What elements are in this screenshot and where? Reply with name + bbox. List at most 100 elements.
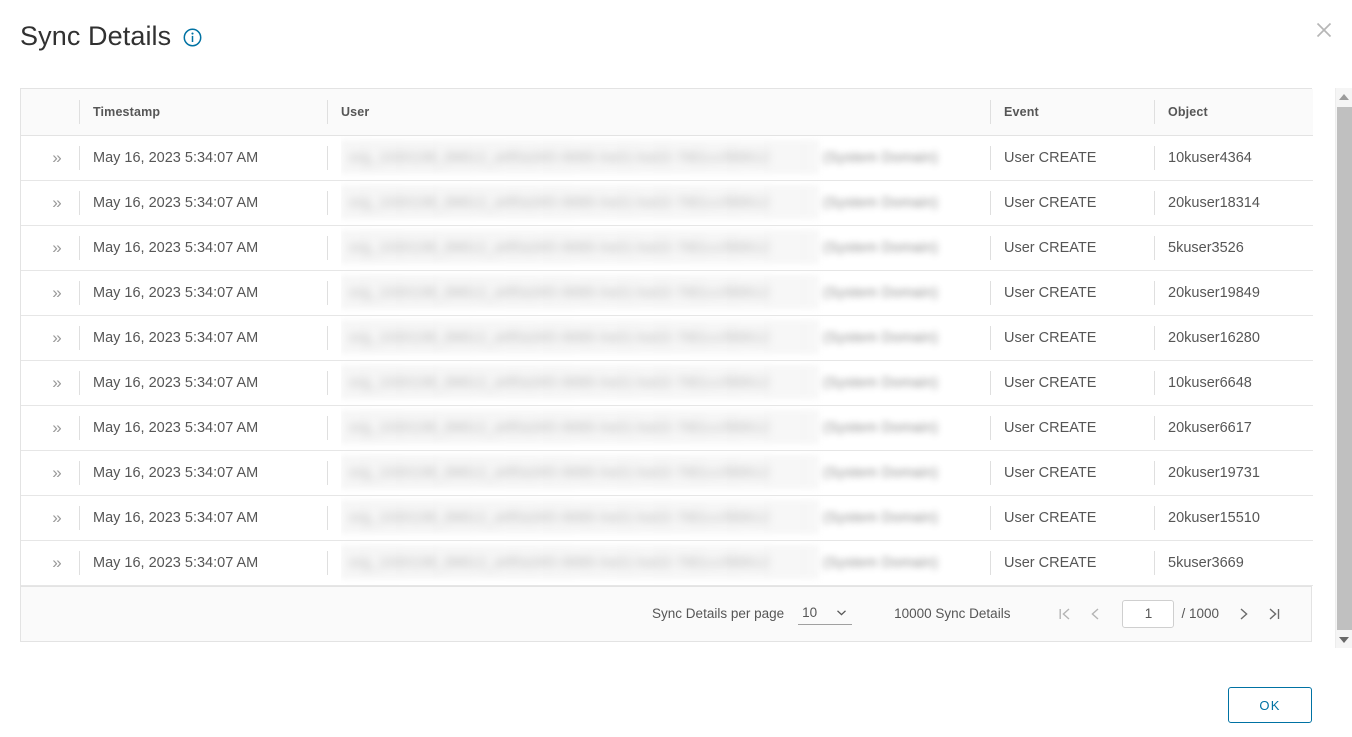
close-icon[interactable] — [1310, 16, 1338, 44]
column-header-user[interactable]: User — [327, 89, 990, 136]
expand-row-button[interactable]: » — [21, 135, 79, 181]
scrollbar-thumb[interactable] — [1337, 107, 1352, 630]
cell-timestamp: May 16, 2023 5:34:07 AM — [79, 135, 327, 181]
cell-event: User CREATE — [990, 360, 1154, 406]
column-header-object[interactable]: Object — [1154, 89, 1313, 136]
chevron-down-icon — [835, 606, 848, 619]
double-chevron-right-icon: » — [52, 552, 62, 572]
table-row[interactable]: » May 16, 2023 5:34:07 AM org_1000198_8881… — [21, 180, 1313, 226]
last-page-icon[interactable] — [1259, 599, 1289, 629]
expand-row-button[interactable]: » — [21, 270, 79, 316]
per-page-value: 10 — [802, 604, 818, 620]
double-chevron-right-icon: » — [52, 237, 62, 257]
cell-object: 20kuser18314 — [1154, 180, 1313, 226]
redacted-user-value: org_1000198_88812_a9f0a365-9889-4a01-ba0… — [341, 136, 990, 180]
scroll-down-arrow-icon[interactable] — [1336, 631, 1352, 648]
column-header-expand — [21, 89, 79, 136]
cell-timestamp: May 16, 2023 5:34:07 AM — [79, 180, 327, 226]
page-total-label: / 1000 — [1181, 606, 1219, 621]
redacted-user-value: org_1000198_88812_a9f0a365-9889-4a01-ba0… — [341, 541, 990, 585]
cell-timestamp: May 16, 2023 5:34:07 AM — [79, 360, 327, 406]
cell-event: User CREATE — [990, 315, 1154, 361]
double-chevron-right-icon: » — [52, 147, 62, 167]
expand-row-button[interactable]: » — [21, 540, 79, 586]
cell-event: User CREATE — [990, 180, 1154, 226]
table-row[interactable]: » May 16, 2023 5:34:07 AM org_1000198_8881… — [21, 225, 1313, 271]
double-chevron-right-icon: » — [52, 282, 62, 302]
redacted-user-value: org_1000198_88812_a9f0a365-9889-4a01-ba0… — [341, 406, 990, 450]
column-header-event[interactable]: Event — [990, 89, 1154, 136]
per-page-select[interactable]: 10 — [798, 603, 853, 625]
table-row[interactable]: » May 16, 2023 5:34:07 AM org_1000198_8881… — [21, 495, 1313, 541]
page-title: Sync Details — [20, 20, 172, 51]
table-header-row: Timestamp User Event Object — [21, 89, 1313, 136]
ok-button[interactable]: OK — [1228, 687, 1312, 723]
expand-row-button[interactable]: » — [21, 495, 79, 541]
table-row[interactable]: » May 16, 2023 5:34:07 AM org_1000198_8881… — [21, 360, 1313, 406]
table-row[interactable]: » May 16, 2023 5:34:07 AM org_1000198_8881… — [21, 315, 1313, 361]
cell-object: 20kuser6617 — [1154, 405, 1313, 451]
dialog-header: Sync Details — [0, 0, 1352, 72]
cell-timestamp: May 16, 2023 5:34:07 AM — [79, 270, 327, 316]
table-row[interactable]: » May 16, 2023 5:34:07 AM org_1000198_8881… — [21, 450, 1313, 496]
cell-object: 10kuser4364 — [1154, 135, 1313, 181]
cell-user: org_1000198_88812_a9f0a365-9889-4a01-ba0… — [327, 360, 990, 406]
dialog-footer: OK — [20, 687, 1312, 723]
redacted-user-value: org_1000198_88812_a9f0a365-9889-4a01-ba0… — [341, 361, 990, 405]
double-chevron-right-icon: » — [52, 327, 62, 347]
cell-object: 5kuser3669 — [1154, 540, 1313, 586]
expand-row-button[interactable]: » — [21, 450, 79, 496]
cell-user: org_1000198_88812_a9f0a365-9889-4a01-ba0… — [327, 135, 990, 181]
cell-timestamp: May 16, 2023 5:34:07 AM — [79, 225, 327, 271]
cell-event: User CREATE — [990, 495, 1154, 541]
first-page-icon[interactable] — [1050, 599, 1080, 629]
cell-event: User CREATE — [990, 135, 1154, 181]
cell-event: User CREATE — [990, 405, 1154, 451]
table-row[interactable]: » May 16, 2023 5:34:07 AM org_1000198_8881… — [21, 270, 1313, 316]
pagination-bar: Sync Details per page 10 10000 Sync Deta… — [21, 585, 1311, 641]
double-chevron-right-icon: » — [52, 507, 62, 527]
sync-details-dialog: Sync Details Timestamp User Event Object… — [0, 0, 1352, 737]
cell-event: User CREATE — [990, 450, 1154, 496]
cell-user: org_1000198_88812_a9f0a365-9889-4a01-ba0… — [327, 180, 990, 226]
cell-object: 10kuser6648 — [1154, 360, 1313, 406]
cell-timestamp: May 16, 2023 5:34:07 AM — [79, 315, 327, 361]
expand-row-button[interactable]: » — [21, 405, 79, 451]
cell-user: org_1000198_88812_a9f0a365-9889-4a01-ba0… — [327, 540, 990, 586]
double-chevron-right-icon: » — [52, 417, 62, 437]
vertical-scrollbar[interactable] — [1335, 88, 1352, 648]
cell-object: 5kuser3526 — [1154, 225, 1313, 271]
page-number-input[interactable] — [1122, 599, 1175, 628]
table-row[interactable]: » May 16, 2023 5:34:07 AM org_1000198_8881… — [21, 540, 1313, 586]
info-circle-icon[interactable] — [183, 28, 202, 47]
expand-row-button[interactable]: » — [21, 180, 79, 226]
double-chevron-right-icon: » — [52, 372, 62, 392]
cell-user: org_1000198_88812_a9f0a365-9889-4a01-ba0… — [327, 405, 990, 451]
next-page-icon[interactable] — [1229, 599, 1259, 629]
cell-timestamp: May 16, 2023 5:34:07 AM — [79, 405, 327, 451]
cell-user: org_1000198_88812_a9f0a365-9889-4a01-ba0… — [327, 270, 990, 316]
table-row[interactable]: » May 16, 2023 5:34:07 AM org_1000198_8881… — [21, 135, 1313, 181]
cell-event: User CREATE — [990, 270, 1154, 316]
cell-timestamp: May 16, 2023 5:34:07 AM — [79, 540, 327, 586]
cell-event: User CREATE — [990, 225, 1154, 271]
table-row[interactable]: » May 16, 2023 5:34:07 AM org_1000198_8881… — [21, 405, 1313, 451]
redacted-user-value: org_1000198_88812_a9f0a365-9889-4a01-ba0… — [341, 226, 990, 270]
redacted-user-value: org_1000198_88812_a9f0a365-9889-4a01-ba0… — [341, 181, 990, 225]
expand-row-button[interactable]: » — [21, 225, 79, 271]
previous-page-icon[interactable] — [1080, 599, 1110, 629]
sync-details-grid: Timestamp User Event Object » May 16, 202… — [20, 88, 1313, 642]
cell-user: org_1000198_88812_a9f0a365-9889-4a01-ba0… — [327, 450, 990, 496]
redacted-user-value: org_1000198_88812_a9f0a365-9889-4a01-ba0… — [341, 496, 990, 540]
scroll-up-arrow-icon[interactable] — [1336, 88, 1352, 105]
cell-timestamp: May 16, 2023 5:34:07 AM — [79, 495, 327, 541]
double-chevron-right-icon: » — [52, 462, 62, 482]
column-header-timestamp[interactable]: Timestamp — [79, 89, 327, 136]
expand-row-button[interactable]: » — [21, 360, 79, 406]
cell-user: org_1000198_88812_a9f0a365-9889-4a01-ba0… — [327, 315, 990, 361]
cell-object: 20kuser16280 — [1154, 315, 1313, 361]
per-page-label: Sync Details per page — [652, 606, 785, 621]
cell-object: 20kuser15510 — [1154, 495, 1313, 541]
expand-row-button[interactable]: » — [21, 315, 79, 361]
cell-event: User CREATE — [990, 540, 1154, 586]
